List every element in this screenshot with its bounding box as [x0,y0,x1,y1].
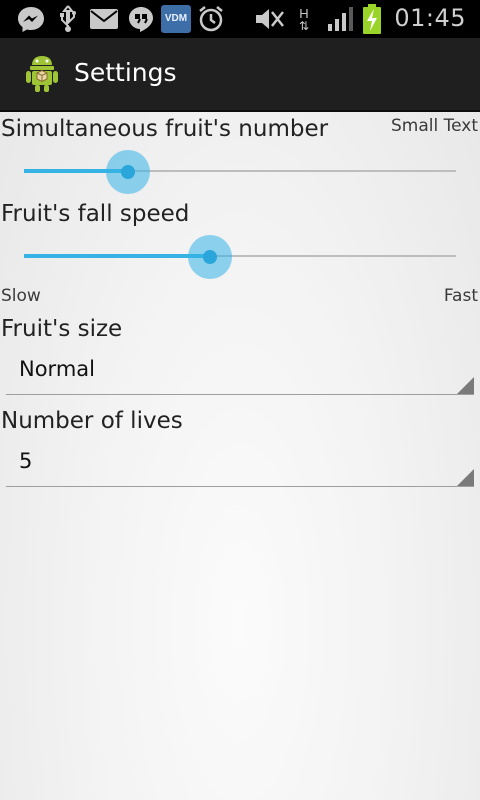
slider-thumb[interactable] [202,250,217,264]
slider-fill [24,254,210,258]
battery-charging-icon [360,4,384,34]
dropdown-corner-icon [457,469,474,486]
status-bar: VDM H ⇅ 01:45 [0,0,480,38]
dropdown-corner-icon [457,377,474,394]
fast-label: Fast [443,286,478,306]
hangouts-icon [126,5,156,33]
hspa-icon: H ⇅ [298,5,310,33]
fruit-number-value-text: Small Text [390,116,478,136]
fruit-size-label: Fruit's size [1,316,123,342]
spinner-underline [6,486,474,487]
fruit-number-label: Simultaneous fruit's number [1,116,329,142]
email-icon [88,5,120,33]
fruit-size-spinner[interactable]: Normal [6,355,474,395]
lives-spinner[interactable]: 5 [6,447,474,487]
fruit-size-value: Normal [19,357,95,381]
slider-thumb[interactable] [120,165,135,179]
fruit-number-slider[interactable] [24,146,456,196]
fall-speed-slider[interactable] [24,231,456,281]
vdm-icon: VDM [160,5,192,33]
lives-value: 5 [19,449,33,473]
mute-icon [252,5,286,33]
page-title: Settings [74,58,177,87]
action-bar: Settings [0,38,480,112]
slow-label: Slow [1,286,41,306]
android-app-icon[interactable] [22,54,62,94]
spinner-underline [6,394,474,395]
lives-label: Number of lives [1,408,183,434]
signal-icon [326,5,356,33]
messenger-icon [14,5,48,33]
fall-speed-label: Fruit's fall speed [1,201,190,227]
alarm-icon [196,5,226,33]
settings-panel: Simultaneous fruit's number Small Text F… [0,112,480,800]
usb-icon [54,5,82,33]
status-clock: 01:45 [394,4,466,32]
